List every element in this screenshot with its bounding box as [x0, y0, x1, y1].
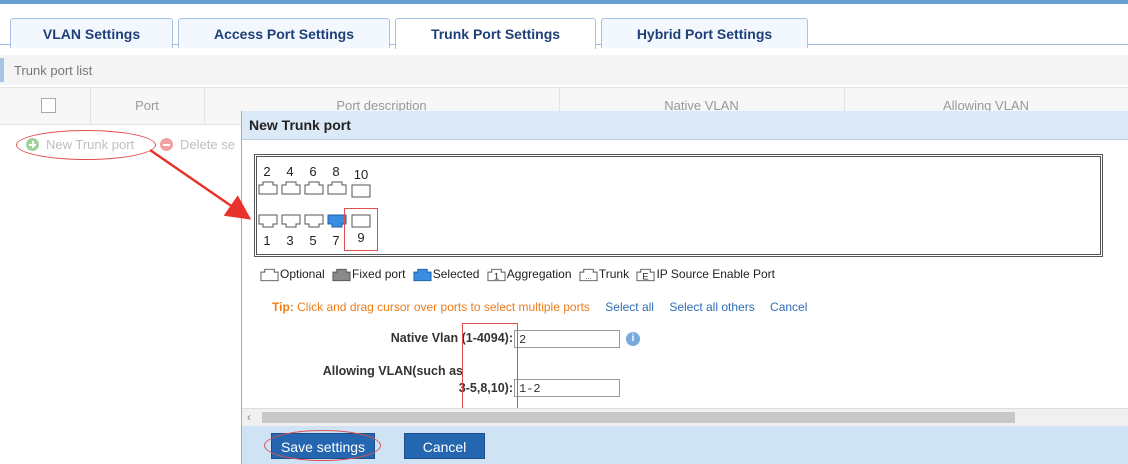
fixed-port-icon	[332, 269, 351, 282]
svg-text:E: E	[643, 272, 649, 282]
port-number-3: 3	[286, 233, 294, 248]
tab-access-port-settings[interactable]: Access Port Settings	[178, 18, 390, 48]
horizontal-scrollbar[interactable]: ‹	[242, 408, 1128, 426]
legend-fixed-port-label: Fixed port	[352, 267, 406, 282]
selected-port-icon	[413, 269, 432, 282]
tip-line: Tip: Click and drag cursor over ports to…	[272, 300, 807, 314]
allowing-vlan-label-line1: Allowing VLAN(such as	[322, 364, 463, 378]
annotation-rect-vlan-fields	[462, 323, 518, 412]
annotation-rect-port-7	[344, 208, 378, 251]
port-6-optional-icon[interactable]	[304, 181, 324, 195]
dialog-title: New Trunk port	[249, 117, 351, 133]
tab-vlan-settings[interactable]: VLAN Settings	[10, 18, 173, 48]
select-all-others-link[interactable]: Select all others	[669, 300, 754, 314]
legend-aggregation: 1 Aggregation	[487, 267, 572, 282]
annotation-oval-new-trunk	[16, 130, 156, 160]
svg-text:...: ...	[585, 272, 591, 281]
port-number-6: 6	[309, 164, 317, 179]
annotation-oval-save	[264, 430, 381, 461]
port-2-optional-icon[interactable]	[258, 181, 278, 195]
port-number-2: 2	[263, 164, 271, 179]
cancel-selection-link[interactable]: Cancel	[770, 300, 807, 314]
native-vlan-input[interactable]: 2	[514, 330, 620, 348]
port-number-1: 1	[263, 233, 271, 248]
legend-optional-label: Optional	[280, 267, 325, 282]
info-icon[interactable]: i	[626, 332, 640, 346]
cancel-button[interactable]: Cancel	[404, 433, 485, 459]
select-all-link[interactable]: Select all	[605, 300, 654, 314]
port-10-optional-icon[interactable]	[351, 184, 371, 198]
svg-text:1: 1	[494, 272, 499, 282]
port-number-10: 10	[353, 167, 369, 182]
tab-trunk-port-settings[interactable]: Trunk Port Settings	[395, 18, 596, 49]
tab-bar: VLAN Settings Access Port Settings Trunk…	[0, 4, 1128, 49]
port-1-optional-icon[interactable]	[258, 214, 278, 228]
legend-ip-source: E IP Source Enable Port	[636, 267, 775, 282]
port-legend: Optional Fixed port Selected 1 Aggregatio…	[260, 267, 779, 285]
scrollbar-thumb[interactable]	[262, 412, 1015, 423]
port-8-optional-icon[interactable]	[327, 181, 347, 195]
select-all-checkbox[interactable]	[41, 98, 56, 113]
legend-trunk-label: Trunk	[598, 267, 630, 282]
dialog-titlebar: New Trunk port	[242, 111, 1128, 140]
new-trunk-port-dialog: New Trunk port 2 4 6 8 10 1 3 5 7 9 Opti…	[241, 111, 1128, 464]
section-title: Trunk port list	[14, 63, 93, 78]
port-panel: 2 4 6 8 10 1 3 5 7 9	[254, 154, 1103, 257]
trunk-port-icon: ...	[579, 269, 598, 282]
aggregation-port-icon: 1	[487, 269, 506, 282]
legend-selected: Selected	[413, 267, 480, 282]
legend-fixed-port: Fixed port	[332, 267, 405, 282]
allowing-vlan-input[interactable]: 1-2	[514, 379, 620, 397]
legend-selected-label: Selected	[432, 267, 480, 282]
tip-label: Tip:	[272, 300, 294, 314]
legend-aggregation-label: Aggregation	[506, 267, 572, 282]
legend-trunk: ... Trunk	[579, 267, 629, 282]
port-number-7: 7	[332, 233, 340, 248]
legend-ip-source-label: IP Source Enable Port	[656, 267, 775, 282]
scroll-left-arrow-icon[interactable]: ‹	[247, 410, 251, 424]
legend-optional: Optional	[260, 267, 325, 282]
ip-source-port-icon: E	[636, 269, 655, 282]
port-3-optional-icon[interactable]	[281, 214, 301, 228]
section-header: Trunk port list	[0, 55, 1128, 85]
port-number-5: 5	[309, 233, 317, 248]
port-5-optional-icon[interactable]	[304, 214, 324, 228]
delete-icon	[160, 138, 173, 151]
section-accent	[0, 58, 4, 82]
dialog-footer: Save settings Cancel	[242, 426, 1128, 464]
port-number-4: 4	[286, 164, 294, 179]
optional-port-icon	[260, 269, 279, 282]
port-4-optional-icon[interactable]	[281, 181, 301, 195]
column-header-port: Port	[135, 98, 159, 113]
tab-hybrid-port-settings[interactable]: Hybrid Port Settings	[601, 18, 808, 48]
tip-text: Click and drag cursor over ports to sele…	[297, 300, 590, 314]
delete-selected-label: Delete se	[180, 137, 235, 152]
port-number-8: 8	[332, 164, 340, 179]
